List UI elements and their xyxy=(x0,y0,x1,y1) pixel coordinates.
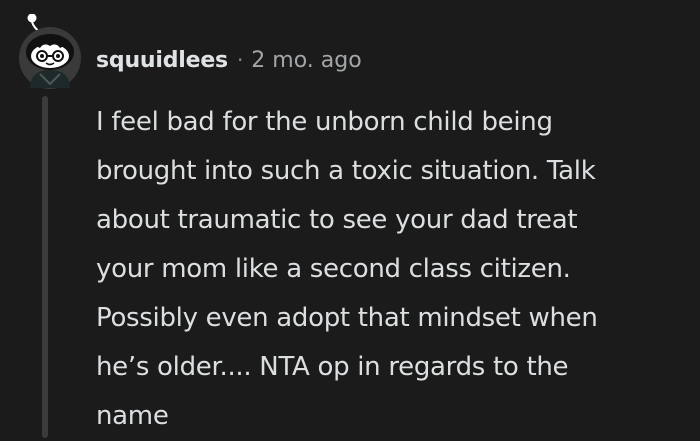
comment-body: I feel bad for the unborn child being br… xyxy=(96,98,686,441)
snoo-avatar-icon xyxy=(19,14,81,89)
header-separator: · xyxy=(236,48,244,72)
avatar[interactable] xyxy=(18,14,82,90)
comment-header: squuidlees · 2 mo. ago xyxy=(96,44,362,76)
comment: squuidlees · 2 mo. ago I feel bad for th… xyxy=(0,0,700,438)
comment-body-line: your mom like a second class citizen. xyxy=(96,254,571,284)
comment-body-line: he’s older.... NTA op in regards to the xyxy=(96,352,569,382)
comment-body-line: name xyxy=(96,401,169,431)
thread-collapse-line[interactable] xyxy=(42,96,48,438)
username-link[interactable]: squuidlees xyxy=(96,48,228,73)
comment-body-line: Possibly even adopt that mindset when xyxy=(96,303,598,333)
comment-body-line: about traumatic to see your dad treat xyxy=(96,205,578,235)
comment-body-line: I feel bad for the unborn child being xyxy=(96,107,553,137)
timestamp[interactable]: 2 mo. ago xyxy=(251,48,361,73)
comment-body-line: brought into such a toxic situation. Tal… xyxy=(96,156,596,186)
